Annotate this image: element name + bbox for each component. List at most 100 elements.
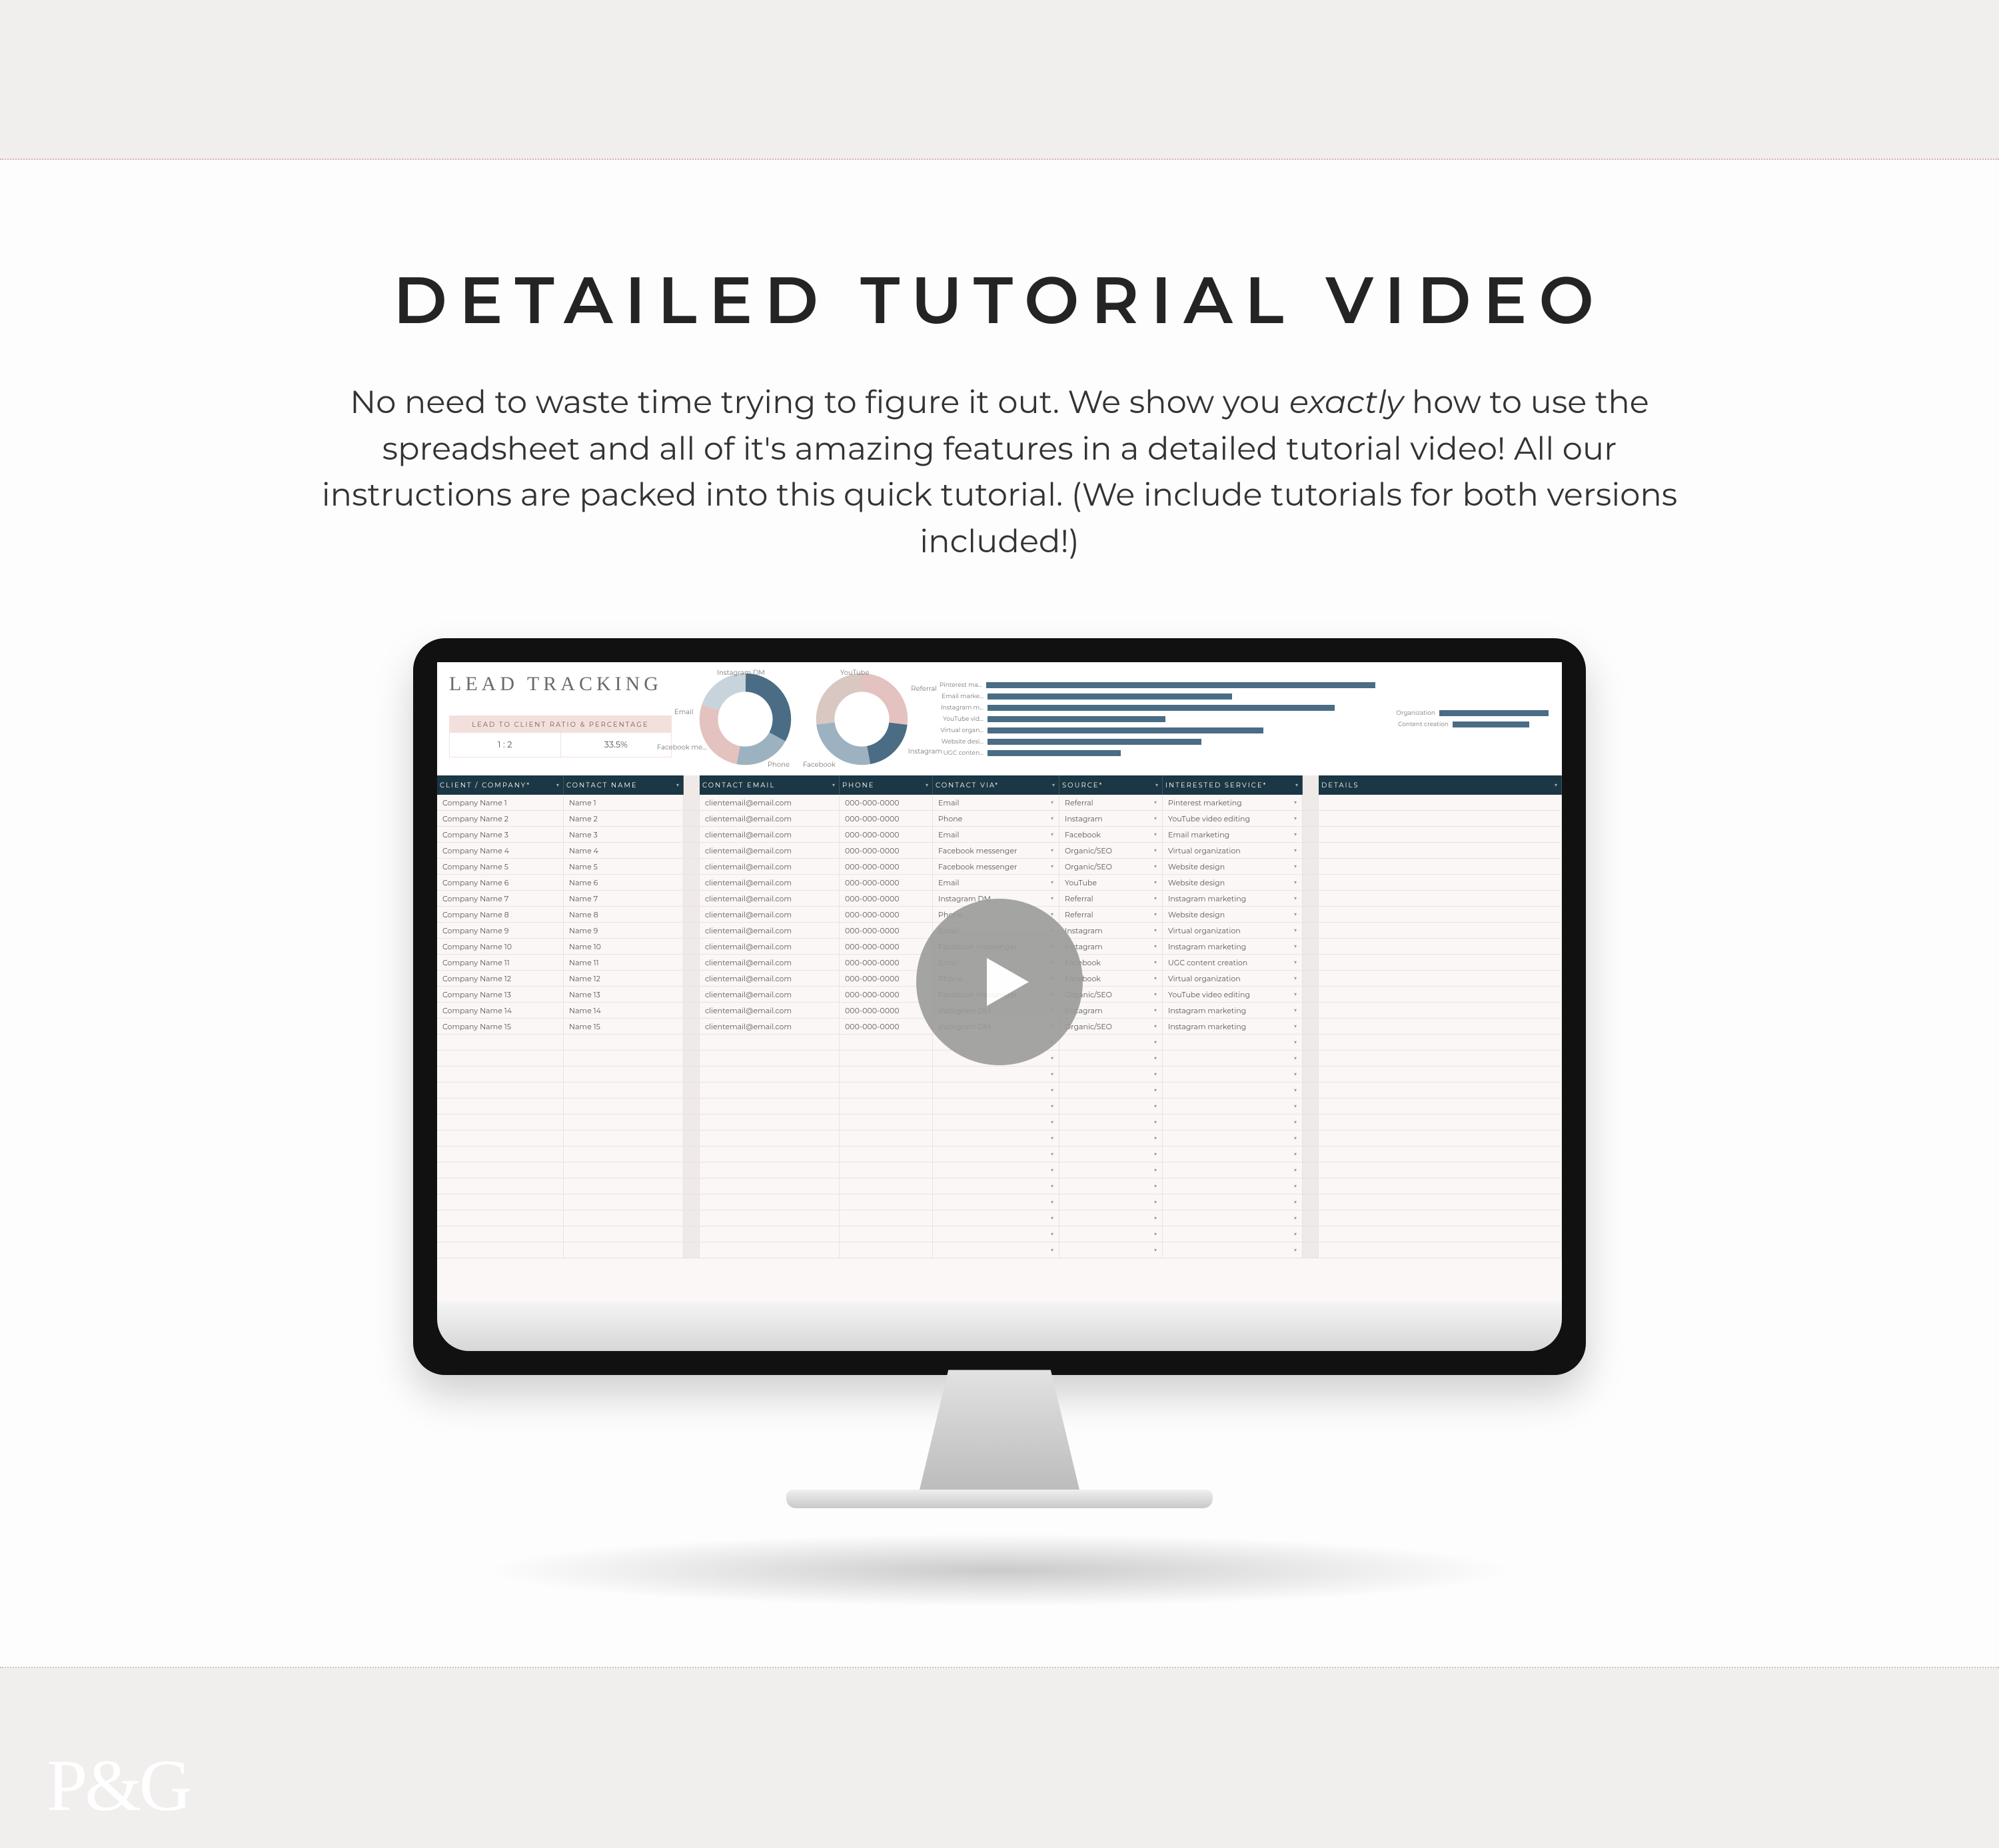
cell[interactable] [1163, 1210, 1303, 1226]
cell[interactable] [700, 1178, 840, 1194]
cell[interactable] [684, 1147, 700, 1162]
cell[interactable] [1303, 1083, 1319, 1098]
cell[interactable] [437, 1083, 564, 1098]
cell[interactable] [700, 1226, 840, 1242]
cell[interactable]: Company Name 13 [437, 987, 564, 1002]
cell[interactable] [564, 1194, 684, 1210]
cell[interactable]: 000-000-0000 [840, 1019, 933, 1034]
cell[interactable] [1319, 1019, 1562, 1034]
cell[interactable]: Company Name 6 [437, 875, 564, 890]
table-row[interactable] [437, 1194, 1562, 1210]
table-row[interactable]: Company Name 5Name 5clientemail@email.co… [437, 859, 1562, 875]
table-row[interactable]: Company Name 1Name 1clientemail@email.co… [437, 795, 1562, 811]
cell[interactable] [700, 1242, 840, 1258]
table-row[interactable] [437, 1115, 1562, 1131]
cell[interactable] [933, 1099, 1059, 1114]
cell[interactable] [1319, 1115, 1562, 1130]
cell[interactable]: 000-000-0000 [840, 907, 933, 922]
cell[interactable] [840, 1035, 933, 1050]
cell[interactable]: Instagram [1059, 923, 1163, 938]
table-row[interactable] [437, 1099, 1562, 1115]
cell[interactable] [1319, 811, 1562, 826]
cell[interactable] [564, 1210, 684, 1226]
cell[interactable] [840, 1083, 933, 1098]
cell[interactable] [564, 1067, 684, 1082]
cell[interactable] [1163, 1178, 1303, 1194]
cell[interactable] [1163, 1099, 1303, 1114]
cell[interactable]: Name 2 [564, 811, 684, 826]
cell[interactable] [840, 1242, 933, 1258]
cell[interactable] [684, 1210, 700, 1226]
cell[interactable] [1163, 1131, 1303, 1146]
cell[interactable]: 000-000-0000 [840, 795, 933, 810]
cell[interactable]: Email [933, 875, 1059, 890]
cell[interactable] [700, 1035, 840, 1050]
cell[interactable] [564, 1162, 684, 1178]
cell[interactable] [684, 1019, 700, 1034]
table-row[interactable]: Company Name 6Name 6clientemail@email.co… [437, 875, 1562, 891]
cell[interactable] [840, 1147, 933, 1162]
cell[interactable] [1059, 1051, 1163, 1066]
cell[interactable]: clientemail@email.com [700, 907, 840, 922]
cell[interactable] [1319, 939, 1562, 954]
cell[interactable] [1303, 1019, 1319, 1034]
cell[interactable]: Name 3 [564, 827, 684, 842]
cell[interactable] [1303, 1003, 1319, 1018]
cell[interactable] [933, 1083, 1059, 1098]
cell[interactable] [1319, 891, 1562, 906]
cell[interactable]: Virtual organization [1163, 843, 1303, 858]
cell[interactable] [1059, 1194, 1163, 1210]
col-company[interactable]: CLIENT / COMPANY*▾ [437, 775, 564, 795]
cell[interactable]: Facebook messenger [933, 859, 1059, 874]
cell[interactable] [700, 1115, 840, 1130]
cell[interactable] [700, 1162, 840, 1178]
cell[interactable] [1319, 971, 1562, 986]
cell[interactable]: Name 14 [564, 1003, 684, 1018]
cell[interactable]: 000-000-0000 [840, 939, 933, 954]
cell[interactable] [684, 1003, 700, 1018]
cell[interactable] [684, 1131, 700, 1146]
cell[interactable]: Instagram [1059, 811, 1163, 826]
cell[interactable] [1319, 955, 1562, 970]
cell[interactable] [684, 1162, 700, 1178]
cell[interactable] [933, 1226, 1059, 1242]
cell[interactable]: clientemail@email.com [700, 939, 840, 954]
cell[interactable] [840, 1162, 933, 1178]
cell[interactable]: Email [933, 827, 1059, 842]
cell[interactable] [437, 1147, 564, 1162]
cell[interactable] [684, 1178, 700, 1194]
cell[interactable] [684, 875, 700, 890]
cell[interactable] [700, 1051, 840, 1066]
cell[interactable] [437, 1099, 564, 1114]
cell[interactable] [1303, 1226, 1319, 1242]
cell[interactable]: Name 12 [564, 971, 684, 986]
cell[interactable] [1059, 1067, 1163, 1082]
cell[interactable]: Instagram marketing [1163, 1019, 1303, 1034]
cell[interactable] [1319, 1051, 1562, 1066]
cell[interactable] [700, 1131, 840, 1146]
cell[interactable]: 000-000-0000 [840, 827, 933, 842]
cell[interactable]: Name 4 [564, 843, 684, 858]
cell[interactable] [840, 1051, 933, 1066]
cell[interactable]: Instagram marketing [1163, 939, 1303, 954]
cell[interactable] [1059, 1131, 1163, 1146]
cell[interactable] [684, 1083, 700, 1098]
cell[interactable] [700, 1147, 840, 1162]
cell[interactable]: Name 8 [564, 907, 684, 922]
cell[interactable]: Website design [1163, 875, 1303, 890]
cell[interactable] [437, 1226, 564, 1242]
cell[interactable] [1319, 923, 1562, 938]
table-row[interactable] [437, 1210, 1562, 1226]
cell[interactable]: Company Name 2 [437, 811, 564, 826]
table-row[interactable]: Company Name 3Name 3clientemail@email.co… [437, 827, 1562, 843]
cell[interactable] [1319, 1147, 1562, 1162]
cell[interactable]: Website design [1163, 907, 1303, 922]
cell[interactable]: clientemail@email.com [700, 1019, 840, 1034]
cell[interactable] [1163, 1194, 1303, 1210]
cell[interactable] [840, 1099, 933, 1114]
cell[interactable]: 000-000-0000 [840, 811, 933, 826]
cell[interactable] [1163, 1035, 1303, 1050]
cell[interactable] [933, 1194, 1059, 1210]
cell[interactable]: Referral [1059, 907, 1163, 922]
cell[interactable] [1163, 1226, 1303, 1242]
